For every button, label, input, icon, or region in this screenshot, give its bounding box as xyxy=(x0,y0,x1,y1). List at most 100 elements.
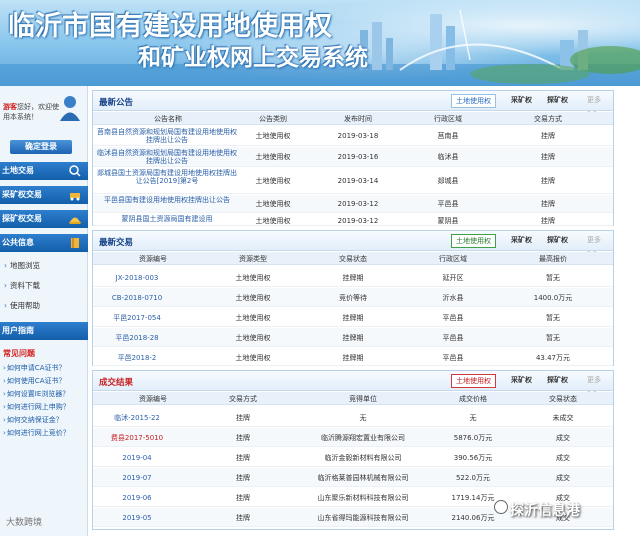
announcement-category: 土地使用权 xyxy=(255,217,291,225)
more-link[interactable]: 更多>> xyxy=(583,234,613,257)
trade-region: 平邑县 xyxy=(442,354,464,362)
deal-mode: 挂牌 xyxy=(236,474,250,482)
deal-status: 成交 xyxy=(556,434,570,442)
results-table-header: 资源编号 交易方式 竞得单位 成交价格 交易状态 xyxy=(93,392,613,405)
announcement-mode: 挂牌 xyxy=(541,153,555,161)
resource-type: 土地使用权 xyxy=(235,294,271,302)
tab-exploration[interactable]: 探矿权 xyxy=(543,234,572,248)
resource-id[interactable]: 平邑2018-2 xyxy=(97,354,177,362)
faq-item[interactable]: ›如何申请CA证书？ xyxy=(3,363,66,373)
more-link[interactable]: 更多>> xyxy=(583,94,613,117)
table-row[interactable]: 临沭县自然资源和规划局国有建设用地使用权挂牌出让公告 土地使用权 2019-03… xyxy=(93,147,613,167)
announcement-date: 2019-03-14 xyxy=(337,177,379,185)
faq-item[interactable]: ›如何进行网上申购？ xyxy=(3,402,70,412)
resource-id[interactable]: 2019-07 xyxy=(97,474,177,482)
system-title-line2: 和矿业权网上交易系统 xyxy=(138,45,368,71)
table-row[interactable]: 2019-07 挂牌 临沂格莱普园林机械有限公司 522.0万元 成交 xyxy=(93,468,613,487)
announcement-category: 土地使用权 xyxy=(255,153,291,161)
resource-id[interactable]: JX-2018-003 xyxy=(97,274,177,282)
column-header: 公告名称 xyxy=(154,115,182,123)
column-header: 行政区域 xyxy=(434,115,462,123)
announcement-name[interactable]: 郯城县国土资源局国有建设用地使用权挂牌出让公告[2019]第2号 xyxy=(97,169,237,185)
trades-table-header: 资源编号 资源类型 交易状态 行政区域 最高报价 xyxy=(93,252,613,265)
nav-user-guide[interactable]: 用户指南 xyxy=(0,322,88,340)
resource-id[interactable]: 临沭-2015-22 xyxy=(97,414,177,422)
trade-status: 挂牌期 xyxy=(342,314,364,322)
resource-id[interactable]: 平邑2018-28 xyxy=(97,334,177,342)
arrow-bullet-icon: › xyxy=(4,281,7,290)
column-header: 交易方式 xyxy=(229,395,257,403)
deal-mode: 挂牌 xyxy=(236,454,250,462)
greeting-user: 游客 xyxy=(3,103,17,111)
announcement-name[interactable]: 临沭县自然资源和规划局国有建设用地使用权挂牌出让公告 xyxy=(97,149,237,165)
tab-land-use[interactable]: 土地使用权 xyxy=(451,374,496,388)
announcements-title: 最新公告 xyxy=(99,98,134,108)
announcement-name[interactable]: 莒南县自然资源和规划局国有建设用地使用权挂牌出让公告 xyxy=(97,128,237,144)
table-row[interactable]: 2019-04 挂牌 临沂金毅新材料有限公司 390.56万元 成交 xyxy=(93,448,613,467)
announcement-mode: 挂牌 xyxy=(541,217,555,225)
resource-id[interactable]: 2019-06 xyxy=(97,494,177,502)
nav-public-info[interactable]: 公共信息 xyxy=(0,234,88,252)
column-header: 发布时间 xyxy=(344,115,372,123)
column-header: 交易状态 xyxy=(339,255,367,263)
column-header: 行政区域 xyxy=(439,255,467,263)
table-row[interactable]: 平邑2018-2 土地使用权 挂牌期 平邑县 43.47万元 xyxy=(93,348,613,366)
top-bid: 暂无 xyxy=(546,274,560,282)
resource-id[interactable]: 费县2017-5010 xyxy=(97,434,177,442)
faq-item[interactable]: ›如何使用CA证书？ xyxy=(3,376,66,386)
table-row[interactable]: CB-2018-0710 土地使用权 竞价等待 沂水县 1400.0万元 xyxy=(93,288,613,307)
announcements-header: 最新公告 土地使用权 采矿权 探矿权 更多>> xyxy=(93,91,613,117)
tab-exploration[interactable]: 探矿权 xyxy=(543,374,572,388)
deal-mode: 挂牌 xyxy=(236,514,250,522)
table-row[interactable]: 费县2017-5010 挂牌 临沂腾源翔宏置业有限公司 5876.0万元 成交 xyxy=(93,428,613,447)
faq-item[interactable]: ›如何设置IE浏览器？ xyxy=(3,389,69,399)
announcements-panel: 最新公告 土地使用权 采矿权 探矿权 更多>> 公告名称 公告类别 发布时间 行… xyxy=(92,90,614,226)
tab-land-use[interactable]: 土地使用权 xyxy=(451,234,496,248)
table-row[interactable]: 蒙阴县国土资源局国有建设用 土地使用权 2019-03-12 蒙阴县 挂牌 xyxy=(93,214,613,226)
column-header: 交易方式 xyxy=(534,115,562,123)
tab-land-use[interactable]: 土地使用权 xyxy=(451,94,496,108)
faq-item-label: 如何申请CA证书？ xyxy=(6,364,66,372)
resource-id[interactable]: 2019-05 xyxy=(97,514,177,522)
login-button[interactable]: 确定登录 xyxy=(10,140,72,154)
tab-mining[interactable]: 采矿权 xyxy=(507,374,536,388)
nav-exploration-trade[interactable]: 探矿权交易 xyxy=(0,210,88,228)
sidebar-item-help[interactable]: › 使用帮助 xyxy=(4,300,40,311)
tab-mining[interactable]: 采矿权 xyxy=(507,94,536,108)
announcement-name[interactable]: 平邑县国有建设用地使用权挂牌出让公告 xyxy=(97,196,237,204)
table-row[interactable]: 莒南县自然资源和规划局国有建设用地使用权挂牌出让公告 土地使用权 2019-03… xyxy=(93,126,613,146)
announcement-name[interactable]: 蒙阴县国土资源局国有建设用 xyxy=(97,215,237,223)
table-row[interactable]: 平邑县国有建设用地使用权挂牌出让公告 土地使用权 2019-03-12 平邑县 … xyxy=(93,195,613,213)
nav-mining-trade[interactable]: 采矿权交易 xyxy=(0,186,88,204)
column-header: 资源类型 xyxy=(239,255,267,263)
header-banner: 临沂市国有建设用地使用权 和矿业权网上交易系统 xyxy=(0,0,640,86)
resource-id[interactable]: 平邑2017-054 xyxy=(97,314,177,322)
sidebar-item-download[interactable]: › 资料下载 xyxy=(4,280,40,291)
nav-land-trade[interactable]: 土地交易 xyxy=(0,162,88,180)
user-avatar-icon xyxy=(60,96,80,121)
faq-item[interactable]: ›如何交纳保证金？ xyxy=(3,415,63,425)
deal-price: 无 xyxy=(469,414,477,422)
resource-type: 土地使用权 xyxy=(235,334,271,342)
resource-id[interactable]: CB-2018-0710 xyxy=(97,294,177,302)
faq-item[interactable]: ›如何进行网上竞价？ xyxy=(3,428,70,438)
sidebar-item-map[interactable]: › 地图浏览 xyxy=(4,260,40,271)
resource-id[interactable]: 2019-04 xyxy=(97,454,177,462)
announcement-region: 平邑县 xyxy=(437,200,459,208)
deal-status: 成交 xyxy=(556,454,570,462)
tab-mining[interactable]: 采矿权 xyxy=(507,234,536,248)
announcement-date: 2019-03-12 xyxy=(337,217,379,225)
more-link[interactable]: 更多>> xyxy=(583,374,613,397)
helmet-icon xyxy=(69,217,81,224)
table-row[interactable]: 平邑2017-054 土地使用权 挂牌期 平邑县 暂无 xyxy=(93,308,613,327)
table-row[interactable]: 郯城县国土资源局国有建设用地使用权挂牌出让公告[2019]第2号 土地使用权 2… xyxy=(93,168,613,194)
announcement-region: 莒南县 xyxy=(437,132,459,140)
trade-region: 平邑县 xyxy=(442,334,464,342)
table-row[interactable]: 平邑2018-28 土地使用权 挂牌期 平邑县 暂无 xyxy=(93,328,613,347)
table-row[interactable]: JX-2018-003 土地使用权 挂牌期 延开区 暂无 xyxy=(93,268,613,287)
mine-cart-icon xyxy=(70,193,80,201)
tab-exploration[interactable]: 探矿权 xyxy=(543,94,572,108)
deal-price: 5876.0万元 xyxy=(453,434,493,442)
deal-price: 522.0万元 xyxy=(455,474,491,482)
table-row[interactable]: 临沭-2015-22 挂牌 无 无 未成交 xyxy=(93,408,613,427)
